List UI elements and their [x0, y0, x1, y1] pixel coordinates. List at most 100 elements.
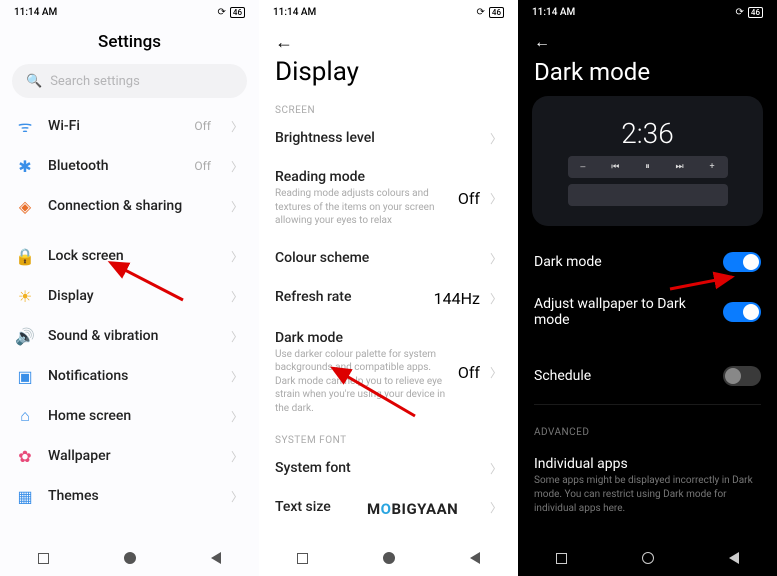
- sun-icon: ☀: [16, 287, 34, 305]
- toggle[interactable]: [723, 252, 761, 272]
- status-time: 11:14 AM: [532, 7, 575, 18]
- row-label: Brightness level: [275, 130, 484, 146]
- nav-back-icon[interactable]: [729, 552, 739, 564]
- lock-icon: 🔒: [16, 247, 34, 265]
- toggle[interactable]: [723, 302, 761, 322]
- settings-row[interactable]: ▣Notifications〉: [0, 356, 259, 396]
- darkmode-preview: 2:36 ‒⏮⏸⏭+: [532, 96, 763, 226]
- row-label: Wallpaper: [48, 448, 211, 464]
- nav-recent-icon[interactable]: [297, 553, 308, 564]
- chevron-right-icon: 〉: [231, 328, 243, 345]
- settings-row[interactable]: ⌂Home screen〉: [0, 396, 259, 436]
- row-label: Adjust wallpaper to Dark mode: [534, 296, 723, 328]
- chevron-right-icon: 〉: [231, 248, 243, 265]
- watermark: MOBIGYAAN: [367, 500, 458, 518]
- wifi-icon: ᯤ: [16, 117, 34, 135]
- search-input[interactable]: 🔍 Search settings: [12, 64, 247, 98]
- status-bar: 11:14 AM ⟳46: [518, 0, 777, 24]
- row-label: Bluetooth: [48, 158, 180, 174]
- nav-bar: [518, 540, 777, 576]
- settings-row[interactable]: ☀Display〉: [0, 276, 259, 316]
- chevron-right-icon: 〉: [490, 190, 502, 207]
- chevron-right-icon: 〉: [490, 364, 502, 381]
- row-label: Schedule: [534, 368, 723, 384]
- row-value: Off: [458, 189, 480, 208]
- chevron-right-icon: 〉: [490, 290, 502, 307]
- settings-screen: 11:14 AM ⟳ 46 Settings 🔍 Search settings…: [0, 0, 259, 576]
- page-title: Settings: [0, 24, 259, 60]
- display-row[interactable]: Refresh rate144Hz〉: [259, 279, 518, 320]
- nav-back-icon[interactable]: [211, 552, 221, 564]
- nav-home-icon[interactable]: [124, 552, 136, 564]
- share-icon: ◈: [16, 197, 34, 215]
- toggle-row[interactable]: Adjust wallpaper to Dark mode: [518, 284, 777, 340]
- row-label: Display: [48, 288, 211, 304]
- row-label: Refresh rate: [275, 289, 434, 305]
- chevron-right-icon: 〉: [490, 460, 502, 477]
- search-icon: 🔍: [26, 74, 42, 89]
- back-button[interactable]: ←: [259, 24, 518, 55]
- row-label: Sound & vibration: [48, 328, 211, 344]
- nav-home-icon[interactable]: [383, 552, 395, 564]
- status-time: 11:14 AM: [14, 7, 57, 18]
- chevron-right-icon: 〉: [231, 368, 243, 385]
- nav-back-icon[interactable]: [470, 552, 480, 564]
- settings-row[interactable]: ᯤWi-FiOff〉: [0, 106, 259, 146]
- sound-icon: 🔊: [16, 327, 34, 345]
- row-label: Notifications: [48, 368, 211, 384]
- chevron-right-icon: 〉: [231, 118, 243, 135]
- settings-row[interactable]: ▦Themes〉: [0, 476, 259, 516]
- darkmode-screen: 11:14 AM ⟳46 ← Dark mode 2:36 ‒⏮⏸⏭+ Dark…: [518, 0, 777, 576]
- nav-bar: [0, 540, 259, 576]
- chevron-right-icon: 〉: [490, 130, 502, 147]
- chevron-right-icon: 〉: [231, 158, 243, 175]
- individual-apps-row[interactable]: Individual apps: [518, 444, 777, 474]
- chevron-right-icon: 〉: [231, 408, 243, 425]
- chevron-right-icon: 〉: [490, 250, 502, 267]
- rotate-icon: ⟳: [477, 7, 485, 18]
- back-button[interactable]: ←: [518, 24, 777, 54]
- status-bar: 11:14 AM ⟳ 46: [259, 0, 518, 24]
- row-description: Some apps might be displayed incorrectly…: [518, 474, 777, 516]
- display-row[interactable]: Dark mode Use darker colour palette for s…: [259, 320, 518, 428]
- display-row[interactable]: System font 〉: [259, 450, 518, 489]
- toggle-row[interactable]: Dark mode: [518, 240, 777, 284]
- battery-badge: 46: [748, 7, 763, 18]
- row-value: Off: [194, 119, 211, 133]
- settings-row[interactable]: ✱BluetoothOff〉: [0, 146, 259, 186]
- schedule-row[interactable]: Schedule: [518, 354, 777, 398]
- row-label: Dark mode: [534, 254, 723, 270]
- settings-row[interactable]: 🔊 Sound & vibration 〉: [0, 316, 259, 356]
- battery-badge: 46: [230, 7, 245, 18]
- row-label: Colour scheme: [275, 250, 484, 266]
- row-label: Reading mode: [275, 169, 458, 185]
- page-title: Dark mode: [518, 54, 777, 96]
- row-label: Individual apps: [534, 456, 761, 472]
- row-value: Off: [194, 159, 211, 173]
- display-row[interactable]: Reading modeReading mode adjusts colours…: [259, 159, 518, 240]
- section-header: SYSTEM FONT: [259, 427, 518, 450]
- row-description: Use darker colour palette for system bac…: [275, 348, 458, 416]
- battery-badge: 46: [489, 7, 504, 18]
- settings-row[interactable]: 🔒Lock screen〉: [0, 236, 259, 276]
- nav-bar: [259, 540, 518, 576]
- status-time: 11:14 AM: [273, 7, 316, 18]
- chevron-right-icon: 〉: [490, 499, 502, 516]
- nav-recent-icon[interactable]: [38, 553, 49, 564]
- status-bar: 11:14 AM ⟳ 46: [0, 0, 259, 24]
- toggle[interactable]: [723, 366, 761, 386]
- row-label: Home screen: [48, 408, 211, 424]
- preview-clock: 2:36: [621, 117, 673, 150]
- display-row[interactable]: Colour scheme 〉: [259, 240, 518, 279]
- display-screen: 11:14 AM ⟳46 ← Display SCREEN Brightness…: [259, 0, 518, 576]
- row-label: System font: [275, 460, 484, 476]
- flower-icon: ✿: [16, 447, 34, 465]
- status-right: ⟳ 46: [218, 7, 245, 18]
- settings-row[interactable]: ◈Connection & sharing〉: [0, 186, 259, 226]
- settings-row[interactable]: ✿Wallpaper〉: [0, 436, 259, 476]
- nav-home-icon[interactable]: [642, 552, 654, 564]
- nav-recent-icon[interactable]: [556, 553, 567, 564]
- rotate-icon: ⟳: [218, 7, 226, 18]
- row-label: Dark mode: [275, 330, 458, 346]
- display-row[interactable]: Brightness level 〉: [259, 120, 518, 159]
